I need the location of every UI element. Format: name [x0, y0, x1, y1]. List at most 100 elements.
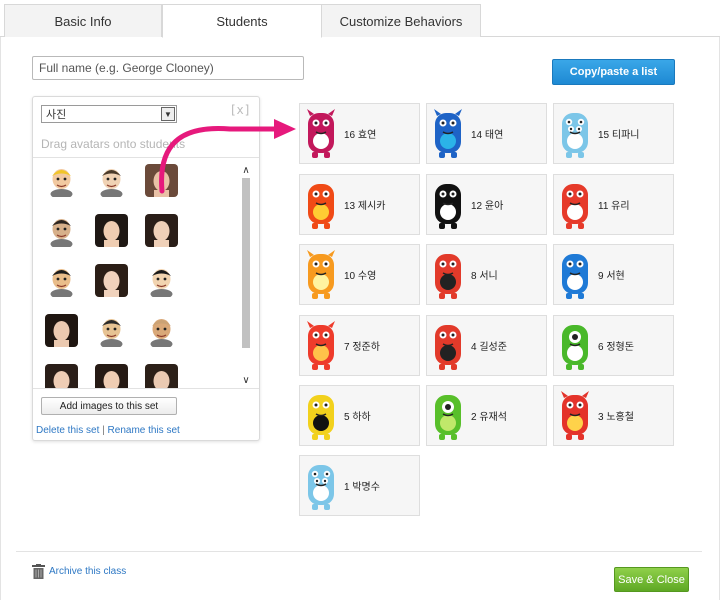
- button-label: Add images to this set: [59, 400, 159, 412]
- avatar-image: [145, 164, 178, 197]
- avatar-image: [50, 219, 73, 247]
- student-card[interactable]: 12 윤아: [426, 174, 547, 235]
- copy-paste-list-button[interactable]: Copy/paste a list: [552, 59, 675, 85]
- student-card[interactable]: 16 효연: [299, 103, 420, 164]
- tab-basic-info[interactable]: Basic Info: [4, 4, 162, 37]
- add-images-button[interactable]: Add images to this set: [41, 397, 177, 415]
- student-name: 12 윤아: [471, 201, 504, 212]
- avatar-thumbnail[interactable]: [45, 164, 78, 197]
- footer-divider: [16, 551, 702, 552]
- student-name: 13 제시카: [344, 201, 386, 212]
- monster-avatar-icon: [308, 464, 334, 510]
- tab-students[interactable]: Students: [162, 4, 322, 38]
- avatar-thumbnail[interactable]: [95, 164, 128, 197]
- tab-bar: Basic Info Students Customize Behaviors: [0, 0, 720, 38]
- monster-avatar-icon: [562, 112, 588, 158]
- trash-icon: [32, 564, 45, 579]
- student-name: 4 길성준: [471, 342, 507, 353]
- student-card[interactable]: 5 하하: [299, 385, 420, 446]
- avatar-thumbnail[interactable]: [145, 164, 178, 197]
- scroll-thumb[interactable]: [242, 178, 250, 348]
- monster-avatar-icon: [435, 183, 461, 229]
- student-card[interactable]: 6 정형돈: [553, 315, 674, 376]
- monster-avatar-icon: [434, 108, 462, 158]
- tab-label: Customize Behaviors: [339, 13, 463, 29]
- monster-avatar-icon: [435, 324, 461, 370]
- link-separator: |: [102, 425, 105, 436]
- selected-set: 사진: [46, 109, 67, 121]
- avatar-image: [45, 314, 78, 347]
- student-name: 16 효연: [344, 130, 377, 141]
- monster-avatar-icon: [307, 320, 335, 370]
- button-label: Save & Close: [618, 573, 685, 586]
- avatar-thumbnail[interactable]: [45, 214, 78, 247]
- avatar-image: [95, 214, 128, 247]
- student-name: 5 하하: [344, 412, 371, 423]
- monster-avatar-icon: [561, 390, 589, 440]
- avatar-set-select[interactable]: 사진 ▼: [41, 105, 177, 123]
- student-card[interactable]: 13 제시카: [299, 174, 420, 235]
- avatar-thumbnail[interactable]: [95, 364, 128, 388]
- avatar-image: [50, 269, 73, 297]
- student-name: 2 유재석: [471, 412, 507, 423]
- avatar-image: [50, 169, 73, 197]
- archive-class-link[interactable]: Archive this class: [32, 564, 126, 579]
- avatar-image: [100, 319, 123, 347]
- avatar-thumbnail[interactable]: [145, 364, 178, 388]
- student-card[interactable]: 1 박명수: [299, 455, 420, 516]
- chevron-down-icon[interactable]: ∨: [240, 374, 252, 386]
- close-panel-button[interactable]: [x]: [229, 103, 251, 117]
- avatar-thumbnail[interactable]: [95, 214, 128, 247]
- monster-avatar-icon: [435, 253, 461, 299]
- student-card[interactable]: 9 서현: [553, 244, 674, 305]
- student-name: 3 노홍철: [598, 412, 634, 423]
- drag-hint: Drag avatars onto students: [41, 137, 186, 151]
- avatar-image: [45, 364, 78, 388]
- avatar-image: [95, 264, 128, 297]
- student-card[interactable]: 4 길성준: [426, 315, 547, 376]
- button-label: Copy/paste a list: [569, 66, 658, 78]
- chevron-down-icon[interactable]: ▼: [161, 107, 175, 121]
- monster-avatar-icon: [307, 108, 335, 158]
- monster-avatar-icon: [308, 183, 334, 229]
- student-card[interactable]: 15 티파니: [553, 103, 674, 164]
- student-name: 14 태연: [471, 130, 504, 141]
- avatar-thumbnail[interactable]: [95, 264, 128, 297]
- student-name: 1 박명수: [344, 482, 380, 493]
- avatar-image: [145, 214, 178, 247]
- archive-label: Archive this class: [49, 566, 127, 577]
- avatar-image: [145, 364, 178, 388]
- student-name: 11 유리: [598, 201, 630, 212]
- tab-customize-behaviors[interactable]: Customize Behaviors: [321, 4, 481, 37]
- chevron-up-icon[interactable]: ∧: [240, 164, 252, 176]
- avatar-thumbnail[interactable]: [145, 214, 178, 247]
- monster-avatar-icon: [308, 394, 334, 440]
- set-links: Delete this set | Rename this set: [36, 425, 180, 436]
- monster-avatar-icon: [562, 253, 588, 299]
- student-card[interactable]: 10 수영: [299, 244, 420, 305]
- student-card[interactable]: 3 노홍철: [553, 385, 674, 446]
- avatar-thumbnail[interactable]: [45, 314, 78, 347]
- tab-label: Students: [216, 13, 268, 29]
- avatar-thumbnail[interactable]: [45, 264, 78, 297]
- avatar-scrollbar[interactable]: ∧ ∨: [240, 164, 252, 386]
- avatar-thumbnail[interactable]: [45, 364, 78, 388]
- student-name-input[interactable]: [32, 56, 304, 80]
- student-card[interactable]: 11 유리: [553, 174, 674, 235]
- rename-set-link[interactable]: Rename this set: [108, 425, 180, 436]
- student-card[interactable]: 8 서니: [426, 244, 547, 305]
- delete-set-link[interactable]: Delete this set: [36, 425, 99, 436]
- student-name: 8 서니: [471, 271, 498, 282]
- student-name: 6 정형돈: [598, 342, 634, 353]
- student-card[interactable]: 7 정준하: [299, 315, 420, 376]
- student-card[interactable]: 2 유재석: [426, 385, 547, 446]
- student-card[interactable]: 14 태연: [426, 103, 547, 164]
- student-name: 7 정준하: [344, 342, 380, 353]
- avatar-image: [150, 319, 173, 347]
- save-close-button[interactable]: Save & Close: [614, 567, 689, 592]
- student-name: 10 수영: [344, 271, 377, 282]
- avatar-thumbnail[interactable]: [145, 264, 178, 297]
- avatar-thumbnail[interactable]: [95, 314, 128, 347]
- avatar-thumbnail[interactable]: [145, 314, 178, 347]
- avatar-list[interactable]: ∧ ∨: [33, 157, 259, 389]
